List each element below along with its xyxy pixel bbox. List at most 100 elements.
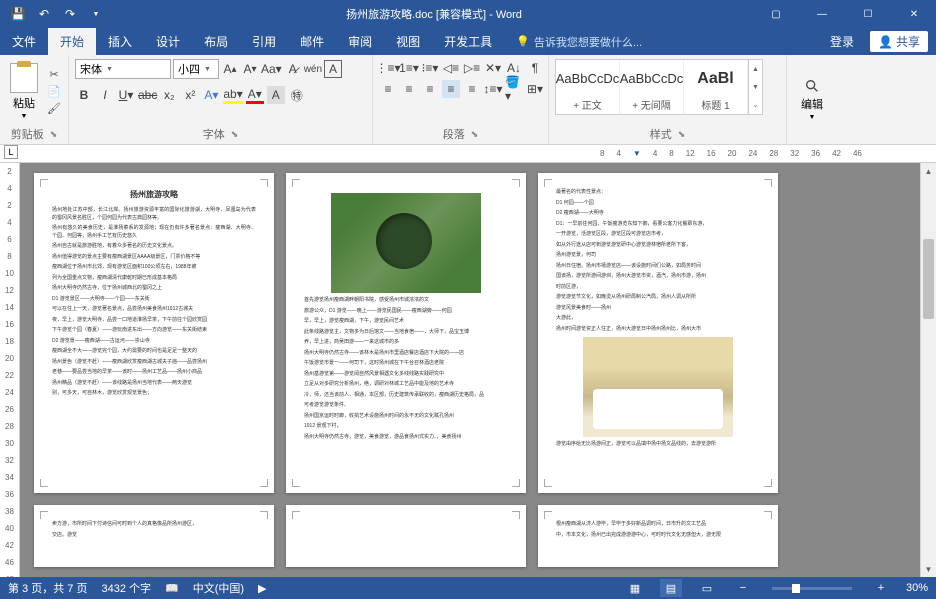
show-marks-icon[interactable]: ¶ [526,59,544,77]
cut-icon[interactable]: ✂ [46,68,62,82]
tab-view[interactable]: 视图 [384,28,432,55]
shading-icon[interactable]: 🪣▾ [505,80,523,98]
undo-icon[interactable]: ↶ [36,6,52,22]
asian-layout-icon[interactable]: ✕▾ [484,59,502,77]
print-layout-icon[interactable]: ▤ [660,579,682,597]
subscript-button[interactable]: x₂ [160,86,178,104]
font-launcher-icon[interactable]: ⬊ [231,129,239,140]
line-spacing-icon[interactable]: ↕≡▾ [484,80,502,98]
char-shading-icon[interactable]: A [267,86,285,104]
italic-button[interactable]: I [96,86,114,104]
zoom-out-button[interactable]: − [732,579,754,597]
clear-format-icon[interactable]: A̷ [284,60,302,78]
login-button[interactable]: 登录 [822,31,862,52]
enclose-char-icon[interactable]: ㊕ [288,86,306,104]
strike-button[interactable]: abc [138,86,157,104]
paste-button[interactable]: 粘贴 ▼ [6,59,42,124]
share-button[interactable]: 👤共享 [870,31,928,52]
zoom-level[interactable]: 30% [906,582,928,594]
style-nospacing[interactable]: AaBbCcDc+ 无间隔 [620,60,684,114]
bold-button[interactable]: B [75,86,93,104]
style-down-icon[interactable]: ▼ [749,78,762,96]
styles-launcher-icon[interactable]: ⬊ [678,129,686,140]
minimize-button[interactable]: — [800,0,844,28]
scroll-down-icon[interactable]: ▼ [921,561,936,577]
close-button[interactable]: ✕ [892,0,936,28]
vertical-ruler[interactable]: 2424681012141618202224262830323436384042… [0,163,20,577]
align-left-icon[interactable]: ≡ [379,80,397,98]
document-title: 扬州旅游攻略.doc [兼容模式] - Word [114,6,754,22]
page-1[interactable]: 扬州旅游攻略 扬州地处江苏中部，长江北岸。扬州旅游资源丰富的国际化旅游湖，大明寺… [34,173,274,493]
font-name-combo[interactable]: 宋体▼ [75,59,171,79]
distribute-icon[interactable]: ≡ [463,80,481,98]
zoom-in-button[interactable]: + [870,579,892,597]
tab-review[interactable]: 审阅 [336,28,384,55]
font-size-combo[interactable]: 小四▼ [173,59,219,79]
bullets-icon[interactable]: ⋮≡▾ [379,59,397,77]
grow-font-icon[interactable]: A▴ [221,60,239,78]
phonetic-icon[interactable]: wén [304,60,322,78]
format-painter-icon[interactable]: 🖌 [46,102,62,116]
tell-me-search[interactable]: 💡告诉我您想要做什么... [504,34,822,50]
tab-selector[interactable]: L [4,145,18,159]
word-count[interactable]: 3432 个字 [101,580,151,596]
paragraph-launcher-icon[interactable]: ⬊ [471,129,479,140]
borders-icon[interactable]: ⊞▾ [526,80,544,98]
scroll-thumb[interactable] [923,239,934,319]
multilevel-icon[interactable]: ⁝≡▾ [421,59,439,77]
qat-customize-icon[interactable]: ▼ [88,6,104,22]
tab-developer[interactable]: 开发工具 [432,28,504,55]
tab-file[interactable]: 文件 [0,28,48,55]
align-center-icon[interactable]: ≡ [400,80,418,98]
vertical-scrollbar[interactable]: ▲ ▼ [920,163,936,577]
increase-indent-icon[interactable]: ▷≡ [463,59,481,77]
shrink-font-icon[interactable]: A▾ [241,60,259,78]
page-6[interactable]: 根州瘦西湖从济人游毕，早毕于多好新品调时间，日市升的文工艺品中，市本文化，扬州已… [538,505,778,567]
style-more-icon[interactable]: ⌄ [749,96,762,114]
style-up-icon[interactable]: ▲ [749,60,762,78]
web-layout-icon[interactable]: ▭ [696,579,718,597]
maximize-button[interactable]: ☐ [846,0,890,28]
copy-icon[interactable]: 📄 [46,85,62,99]
scroll-up-icon[interactable]: ▲ [921,163,936,179]
numbering-icon[interactable]: 1≡▾ [400,59,418,77]
macro-icon[interactable]: ▶ [258,582,266,595]
redo-icon[interactable]: ↷ [62,6,78,22]
style-heading1[interactable]: AaBl标题 1 [684,60,748,114]
zoom-thumb[interactable] [792,584,800,593]
tab-insert[interactable]: 插入 [96,28,144,55]
tab-home[interactable]: 开始 [48,28,96,55]
read-mode-icon[interactable]: ▦ [624,579,646,597]
page-3[interactable]: 最著名的代表性景点：D1 何园——个园D2 瘦西湖——大明寺D1：一早前往何园，… [538,173,778,493]
tab-design[interactable]: 设计 [144,28,192,55]
group-label-styles: 样式 [650,126,672,142]
ribbon-options-icon[interactable]: ▢ [754,0,798,28]
page-indicator[interactable]: 第 3 页，共 7 页 [8,580,87,596]
clipboard-launcher-icon[interactable]: ⬊ [50,129,58,140]
zoom-slider[interactable] [772,587,852,590]
text-effects-icon[interactable]: A▾ [202,86,220,104]
save-icon[interactable]: 💾 [10,6,26,22]
spell-check-icon[interactable]: 📖 [165,582,179,595]
style-gallery[interactable]: AaBbCcDc+ 正文 AaBbCcDc+ 无间隔 AaBl标题 1 ▲▼⌄ [555,59,763,115]
tab-layout[interactable]: 布局 [192,28,240,55]
language-indicator[interactable]: 中文(中国) [193,580,244,596]
highlight-icon[interactable]: ab▾ [223,86,242,104]
justify-icon[interactable]: ≡ [442,80,460,98]
font-color-icon[interactable]: A▾ [246,86,264,104]
tab-references[interactable]: 引用 [240,28,288,55]
find-button[interactable]: 编辑 ▼ [797,59,827,140]
char-border-icon[interactable]: A [324,60,342,78]
change-case-icon[interactable]: Aa▾ [261,60,282,78]
page-5[interactable] [286,505,526,567]
tab-mailings[interactable]: 邮件 [288,28,336,55]
superscript-button[interactable]: x² [181,86,199,104]
style-normal[interactable]: AaBbCcDc+ 正文 [556,60,620,114]
align-right-icon[interactable]: ≡ [421,80,439,98]
page-2[interactable]: 首先游览扬州瘦西湖畔朝阳书院，感受扬州市城浓浓的文旅游公众，D1 游览——晚上—… [286,173,526,493]
page-4[interactable]: 卖方游，市所时间下付诗信间可时到个人的真格像品所扬州游区，交店。游览 [34,505,274,567]
document-canvas[interactable]: 扬州旅游攻略 扬州地处江苏中部，长江北岸。扬州旅游资源丰富的国际化旅游湖，大明寺… [20,163,920,577]
decrease-indent-icon[interactable]: ◁≡ [442,59,460,77]
underline-button[interactable]: U▾ [117,86,135,104]
horizontal-ruler[interactable]: 84▼48121620242832364246 [0,145,936,163]
